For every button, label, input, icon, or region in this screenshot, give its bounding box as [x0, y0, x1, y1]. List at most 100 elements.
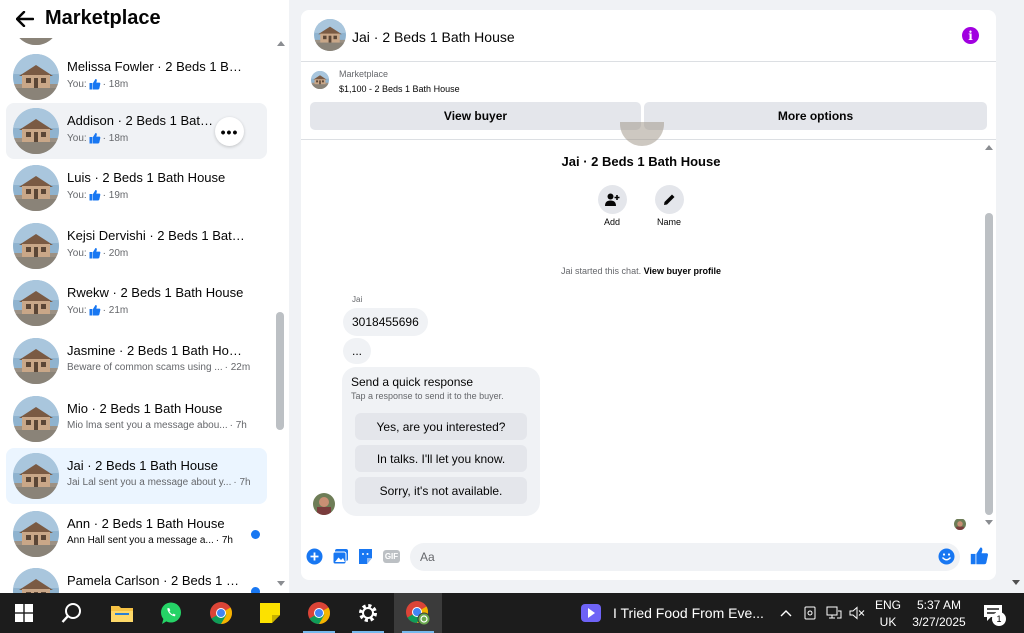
- add-label: Add: [603, 217, 620, 227]
- media-play-icon: [581, 604, 601, 622]
- conversation-preview: You: · 18m: [67, 78, 129, 90]
- notification-count-badge: 1: [992, 612, 1006, 626]
- clock[interactable]: 5:37 AM 3/27/2025: [908, 597, 970, 631]
- windows-taskbar: I Tried Food From Eve... ENG UK 5:37 AM …: [0, 593, 1024, 633]
- name-label: Name: [656, 217, 681, 227]
- like-icon: [89, 247, 101, 259]
- quick-response-title: Send a quick response: [351, 375, 474, 389]
- marketplace-label: Marketplace: [339, 69, 389, 79]
- info-icon[interactable]: i: [962, 27, 979, 44]
- emoji-icon[interactable]: [938, 548, 955, 565]
- conversation-list: Melissa Fowler · 2 Beds 1 Bath ... You: ·…: [0, 38, 274, 593]
- sender-avatar: [313, 493, 335, 515]
- message-bubble[interactable]: 3018455696: [343, 308, 428, 336]
- language-indicator[interactable]: ENG UK: [872, 597, 904, 631]
- listing-avatar: [13, 223, 59, 269]
- photo-icon[interactable]: [332, 548, 349, 565]
- conversation-preview: You: · 19m: [67, 189, 129, 201]
- conversation-item[interactable]: Kejsi Dervishi · 2 Beds 1 Bath H... You:…: [6, 218, 267, 274]
- edit-name-button[interactable]: [655, 185, 684, 214]
- conversation-item[interactable]: Ann · 2 Beds 1 Bath House Ann Hall sent …: [6, 506, 267, 562]
- add-person-button[interactable]: [598, 185, 627, 214]
- scroll-down-arrow-icon[interactable]: [985, 520, 993, 525]
- settings-gear-icon[interactable]: [344, 593, 392, 633]
- conversation-preview: You: · 21m: [67, 304, 129, 316]
- chrome-icon[interactable]: [295, 593, 343, 633]
- like-icon: [89, 304, 101, 316]
- listing-avatar: [13, 54, 59, 100]
- chat-title[interactable]: Jai · 2 Beds 1 Bath House: [352, 29, 515, 45]
- conversation-preview: You: · 18m: [67, 132, 129, 144]
- network-icon[interactable]: [824, 603, 844, 623]
- media-playing[interactable]: I Tried Food From Eve...: [581, 593, 764, 633]
- scroll-up-arrow-icon[interactable]: [277, 41, 285, 46]
- conversation-item[interactable]: Mio · 2 Beds 1 Bath House Mio lma sent y…: [6, 391, 267, 447]
- conversation-more-button[interactable]: •••: [215, 117, 244, 146]
- message-composer: GIF: [301, 540, 996, 580]
- chrome-icon[interactable]: [197, 593, 245, 633]
- like-icon: [89, 132, 101, 144]
- conversation-item[interactable]: Luis · 2 Beds 1 Bath House You: · 19m: [6, 160, 267, 216]
- quick-response-option[interactable]: Yes, are you interested?: [355, 413, 527, 440]
- listing-avatar: [13, 511, 59, 557]
- sidebar-scroll-thumb[interactable]: [276, 312, 284, 430]
- chat-header: Jai · 2 Beds 1 Bath House i: [301, 10, 996, 62]
- conversation-name: Jai · 2 Beds 1 Bath House: [67, 458, 219, 473]
- sidebar-header: Marketplace: [0, 0, 289, 38]
- sticker-icon[interactable]: [357, 548, 374, 565]
- chat-panel: Jai · 2 Beds 1 Bath House i Marketplace …: [301, 10, 996, 580]
- profile-name: Jai · 2 Beds 1 Bath House: [561, 154, 721, 169]
- chat-scroll-thumb[interactable]: [985, 213, 993, 515]
- like-icon: [89, 189, 101, 201]
- unread-dot: [251, 530, 260, 539]
- scroll-up-arrow-icon[interactable]: [985, 145, 993, 150]
- conversation-sidebar: Marketplace Melissa Fowler · 2 Beds 1 Ba…: [0, 0, 289, 593]
- camera-app-icon[interactable]: [800, 603, 820, 623]
- sidebar-title: Marketplace: [45, 7, 161, 29]
- listing-avatar: [13, 568, 59, 593]
- more-options-button[interactable]: More options: [644, 102, 987, 130]
- whatsapp-icon[interactable]: [147, 593, 195, 633]
- scroll-down-arrow-icon[interactable]: [277, 581, 285, 586]
- search-icon[interactable]: [48, 593, 96, 633]
- conversation-item[interactable]: Jasmine · 2 Beds 1 Bath House Beware of …: [6, 333, 267, 389]
- gif-icon[interactable]: GIF: [382, 548, 401, 565]
- sticky-notes-icon[interactable]: [246, 593, 294, 633]
- file-explorer-icon[interactable]: [98, 593, 146, 633]
- listing-avatar: [13, 338, 59, 384]
- page-scroll-down-icon[interactable]: [1012, 580, 1020, 585]
- message-bubble[interactable]: ...: [343, 338, 372, 364]
- conversation-item[interactable]: Addison · 2 Beds 1 Bath House You:· 18m …: [6, 103, 267, 159]
- conversation-item[interactable]: Pamela Carlson · 2 Beds 1 Bat...: [6, 563, 267, 593]
- plus-circle-icon[interactable]: [306, 548, 323, 565]
- conversation-name: Addison · 2 Beds 1 Bath House: [67, 113, 217, 128]
- conversation-name: Kejsi Dervishi · 2 Beds 1 Bath H...: [67, 228, 247, 243]
- conversation-name: Jasmine · 2 Beds 1 Bath House: [67, 343, 247, 358]
- conversation-preview: Jai Lal sent you a message about y... · 7…: [67, 477, 251, 488]
- message-input[interactable]: [410, 543, 960, 571]
- like-send-icon[interactable]: [970, 546, 989, 565]
- chrome-profile-icon[interactable]: [394, 593, 442, 633]
- quick-response-option[interactable]: Sorry, it's not available.: [355, 477, 527, 504]
- quick-response-subtitle: Tap a response to send it to the buyer.: [351, 391, 504, 401]
- conversation-preview: Mio lma sent you a message abou... · 7h: [67, 420, 247, 431]
- conversation-preview: Ann Hall sent you a message a... · 7h: [67, 535, 233, 546]
- view-buyer-button[interactable]: View buyer: [310, 102, 641, 130]
- listing-avatar: [13, 453, 59, 499]
- chat-avatar[interactable]: [314, 19, 346, 51]
- back-arrow-icon[interactable]: [14, 8, 36, 30]
- add-person-icon: [605, 193, 620, 206]
- conversation-name: Ann · 2 Beds 1 Bath House: [67, 516, 225, 531]
- listing-row[interactable]: Marketplace $1,100 - 2 Beds 1 Bath House: [301, 63, 996, 99]
- view-buyer-profile-link[interactable]: View buyer profile: [644, 266, 721, 276]
- windows-start-icon[interactable]: [0, 593, 48, 633]
- quick-response-card: Send a quick response Tap a response to …: [342, 367, 540, 516]
- volume-muted-icon[interactable]: [847, 603, 867, 623]
- conversation-item[interactable]: Melissa Fowler · 2 Beds 1 Bath ... You: ·…: [6, 49, 267, 105]
- conversation-name: Melissa Fowler · 2 Beds 1 Bath ...: [67, 59, 247, 74]
- conversation-item[interactable]: Rwekw · 2 Beds 1 Bath House You: · 21m: [6, 275, 267, 331]
- conversation-name: Rwekw · 2 Beds 1 Bath House: [67, 285, 244, 300]
- chevron-up-icon[interactable]: [776, 603, 796, 623]
- quick-response-option[interactable]: In talks. I'll let you know.: [355, 445, 527, 472]
- conversation-item-selected[interactable]: Jai · 2 Beds 1 Bath House Jai Lal sent y…: [6, 448, 267, 504]
